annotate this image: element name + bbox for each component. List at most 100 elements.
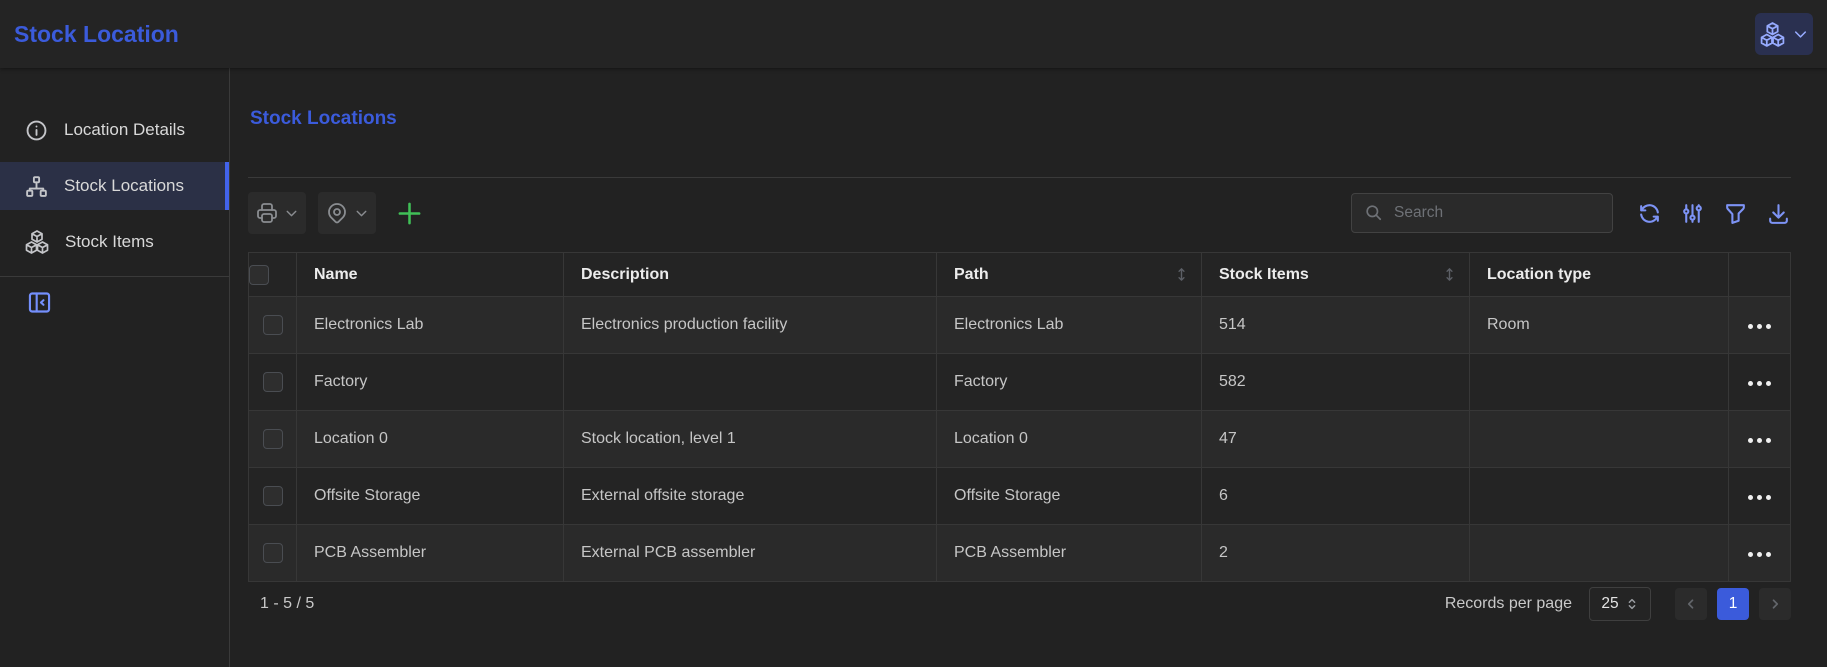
cell-checkbox (249, 411, 297, 468)
sidebar-collapse-icon (26, 289, 53, 316)
sidebar-item-stock-items[interactable]: Stock Items (0, 218, 229, 266)
sidebar-item-location-details[interactable]: Location Details (0, 106, 229, 154)
row-checkbox[interactable] (263, 372, 283, 392)
column-header-location-type[interactable]: Location type (1470, 253, 1729, 297)
row-checkbox[interactable] (263, 429, 283, 449)
cell-description (564, 354, 937, 411)
cell-actions (1729, 468, 1791, 525)
refresh-icon (1637, 201, 1662, 226)
row-actions-button[interactable] (1742, 546, 1777, 563)
row-actions-button[interactable] (1742, 318, 1777, 335)
search-box (1351, 193, 1613, 233)
sidebar-collapse-button[interactable] (24, 287, 54, 317)
select-all-cell (249, 253, 297, 297)
page-size-select[interactable]: 25 (1589, 587, 1651, 621)
add-location-button[interactable] (388, 192, 430, 234)
dot-icon (1766, 438, 1771, 443)
location-actions-button[interactable] (318, 192, 376, 234)
table-row[interactable]: Electronics Lab Electronics production f… (249, 297, 1791, 354)
previous-page-button[interactable] (1675, 588, 1707, 620)
info-circle-icon (24, 118, 49, 143)
table-row[interactable]: Location 0 Stock location, level 1 Locat… (249, 411, 1791, 468)
cell-location-type (1470, 354, 1729, 411)
cell-location-type: Room (1470, 297, 1729, 354)
barcode-actions-button[interactable] (1755, 13, 1813, 55)
printer-icon (255, 201, 279, 225)
dot-icon (1748, 552, 1753, 557)
table-footer: 1 - 5 / 5 Records per page 25 1 (248, 582, 1791, 626)
cell-stock-items: 582 (1202, 354, 1470, 411)
sidebar-divider (0, 276, 229, 277)
cell-description: External offsite storage (564, 468, 937, 525)
next-page-button[interactable] (1759, 588, 1791, 620)
table-toolbar (248, 191, 1791, 235)
cell-name: Location 0 (297, 411, 564, 468)
page-size-value: 25 (1601, 595, 1618, 613)
search-input[interactable] (1394, 204, 1600, 222)
cell-path: Factory (937, 354, 1202, 411)
cell-checkbox (249, 525, 297, 582)
sitemap-icon (24, 174, 49, 199)
cell-stock-items: 47 (1202, 411, 1470, 468)
cell-path: PCB Assembler (937, 525, 1202, 582)
dot-icon (1757, 495, 1762, 500)
dot-icon (1766, 552, 1771, 557)
sidebar-item-stock-locations[interactable]: Stock Locations (0, 162, 229, 210)
chevron-down-icon (1791, 25, 1810, 44)
dot-icon (1757, 552, 1762, 557)
table-row[interactable]: Offsite Storage External offsite storage… (249, 468, 1791, 525)
page-1-button[interactable]: 1 (1717, 588, 1749, 620)
cell-location-type (1470, 525, 1729, 582)
sidebar: Location Details Stock Locations Stock I… (0, 68, 230, 667)
column-header-path[interactable]: Path (937, 253, 1202, 297)
column-label: Description (581, 266, 669, 283)
sort-icon[interactable] (1174, 265, 1189, 284)
dot-icon (1757, 381, 1762, 386)
adjustments-icon (1680, 201, 1705, 226)
cell-stock-items: 2 (1202, 525, 1470, 582)
cell-name: Electronics Lab (297, 297, 564, 354)
column-label: Path (954, 266, 989, 284)
print-actions-button[interactable] (248, 192, 306, 234)
refresh-button[interactable] (1637, 201, 1662, 226)
table-row[interactable]: Factory Factory 582 (249, 354, 1791, 411)
chevron-down-icon (283, 205, 300, 222)
packages-icon (1759, 22, 1786, 47)
download-button[interactable] (1766, 201, 1791, 226)
table-row[interactable]: PCB Assembler External PCB assembler PCB… (249, 525, 1791, 582)
column-label: Location type (1487, 266, 1591, 283)
column-header-description[interactable]: Description (564, 253, 937, 297)
cell-description: Electronics production facility (564, 297, 937, 354)
row-actions-button[interactable] (1742, 375, 1777, 392)
sort-icon[interactable] (1442, 265, 1457, 284)
table-settings-button[interactable] (1680, 201, 1705, 226)
cell-checkbox (249, 297, 297, 354)
chevron-down-icon (353, 205, 370, 222)
row-checkbox[interactable] (263, 543, 283, 563)
row-checkbox[interactable] (263, 486, 283, 506)
app-header: Stock Location (0, 0, 1827, 68)
dot-icon (1748, 381, 1753, 386)
sidebar-item-label: Stock Locations (64, 176, 184, 196)
filter-button[interactable] (1723, 201, 1748, 226)
column-header-stock-items[interactable]: Stock Items (1202, 253, 1470, 297)
row-actions-button[interactable] (1742, 432, 1777, 449)
cell-checkbox (249, 468, 297, 525)
cell-stock-items: 6 (1202, 468, 1470, 525)
dot-icon (1757, 324, 1762, 329)
column-label: Name (314, 266, 358, 283)
column-header-name[interactable]: Name (297, 253, 564, 297)
packages-icon (24, 230, 50, 254)
dot-icon (1748, 324, 1753, 329)
select-all-checkbox[interactable] (249, 265, 269, 285)
cell-path: Location 0 (937, 411, 1202, 468)
cell-name: Offsite Storage (297, 468, 564, 525)
page-title: Stock Location (14, 21, 179, 48)
cell-checkbox (249, 354, 297, 411)
panel-divider (248, 177, 1791, 178)
record-range: 1 - 5 / 5 (260, 595, 314, 613)
dot-icon (1766, 495, 1771, 500)
row-actions-button[interactable] (1742, 489, 1777, 506)
dot-icon (1748, 495, 1753, 500)
row-checkbox[interactable] (263, 315, 283, 335)
